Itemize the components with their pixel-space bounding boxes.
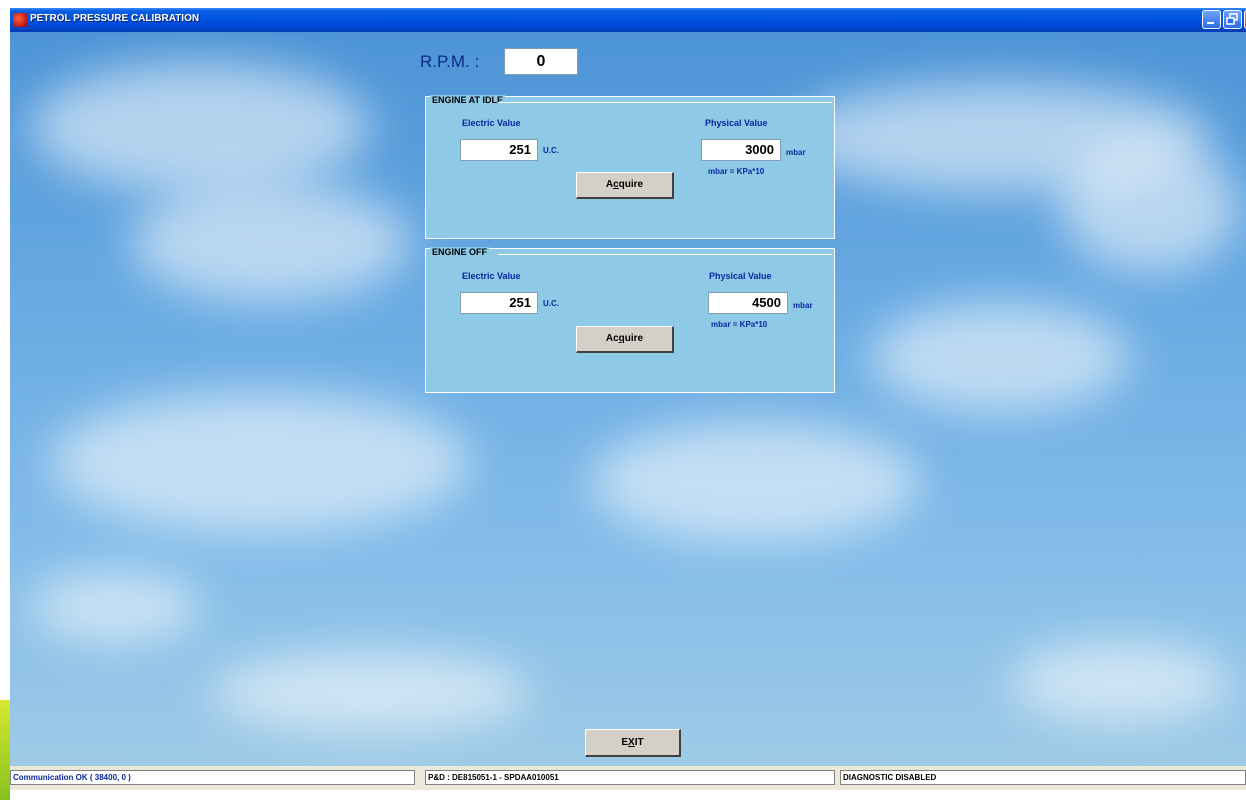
- app-icon: [13, 13, 27, 27]
- cloud: [30, 572, 200, 642]
- cloud: [30, 62, 370, 192]
- idle-physical-unit: mbar: [786, 148, 806, 157]
- status-diagnostic: DIAGNOSTIC DISABLED: [840, 770, 1246, 785]
- off-physical-unit: mbar: [793, 301, 813, 310]
- cloud: [1060, 142, 1240, 272]
- panel-divider: [498, 254, 832, 255]
- engine-off-panel: ENGINE OFF Electric Value Physical Value…: [425, 247, 835, 393]
- idle-physical-label: Physical Value: [705, 118, 768, 128]
- restore-button[interactable]: [1223, 10, 1242, 29]
- engine-off-title: ENGINE OFF: [430, 247, 490, 257]
- off-conversion-note: mbar = KPa*10: [711, 320, 768, 329]
- restore-icon: [1226, 13, 1238, 25]
- title-bar[interactable]: PETROL PRESSURE CALIBRATION: [10, 8, 1246, 32]
- idle-electric-label: Electric Value: [462, 118, 521, 128]
- app-window: PETROL PRESSURE CALIBRATION R.P.M. : 0 E…: [10, 8, 1246, 790]
- off-physical-label: Physical Value: [709, 271, 772, 281]
- desktop-edge-strip: [0, 700, 10, 800]
- exit-button[interactable]: EXIT: [585, 729, 681, 757]
- idle-electric-value[interactable]: 251: [460, 139, 538, 161]
- idle-acquire-button[interactable]: Acquire: [576, 172, 674, 199]
- idle-physical-value[interactable]: 3000: [701, 139, 781, 161]
- off-electric-unit: U.C.: [543, 299, 559, 308]
- panel-divider: [498, 102, 832, 103]
- rpm-label: R.P.M. :: [420, 52, 480, 71]
- status-communication: Communication OK ( 38400, 0 ): [10, 770, 415, 785]
- cloud: [210, 652, 530, 732]
- off-physical-value[interactable]: 4500: [708, 292, 788, 314]
- cloud: [870, 302, 1130, 412]
- engine-idle-title: ENGINE AT IDLE: [430, 95, 506, 105]
- cloud: [590, 422, 920, 542]
- idle-conversion-note: mbar = KPa*10: [708, 167, 765, 176]
- off-electric-value[interactable]: 251: [460, 292, 538, 314]
- window-title: PETROL PRESSURE CALIBRATION: [30, 13, 200, 24]
- off-electric-label: Electric Value: [462, 271, 521, 281]
- minimize-button[interactable]: [1202, 10, 1221, 29]
- cloud: [1010, 642, 1230, 722]
- cloud: [50, 392, 470, 532]
- off-acquire-button[interactable]: Acquire: [576, 326, 674, 353]
- engine-idle-panel: ENGINE AT IDLE Electric Value Physical V…: [425, 95, 835, 239]
- status-bar: Communication OK ( 38400, 0 ) P&D : DE81…: [10, 766, 1246, 790]
- cloud: [130, 182, 410, 302]
- idle-electric-unit: U.C.: [543, 146, 559, 155]
- sky-background: R.P.M. : 0 ENGINE AT IDLE Electric Value…: [10, 32, 1246, 766]
- minimize-icon: [1207, 22, 1214, 24]
- status-part-number: P&D : DE815051-1 - SPDAA010051: [425, 770, 835, 785]
- rpm-field: 0: [504, 48, 578, 75]
